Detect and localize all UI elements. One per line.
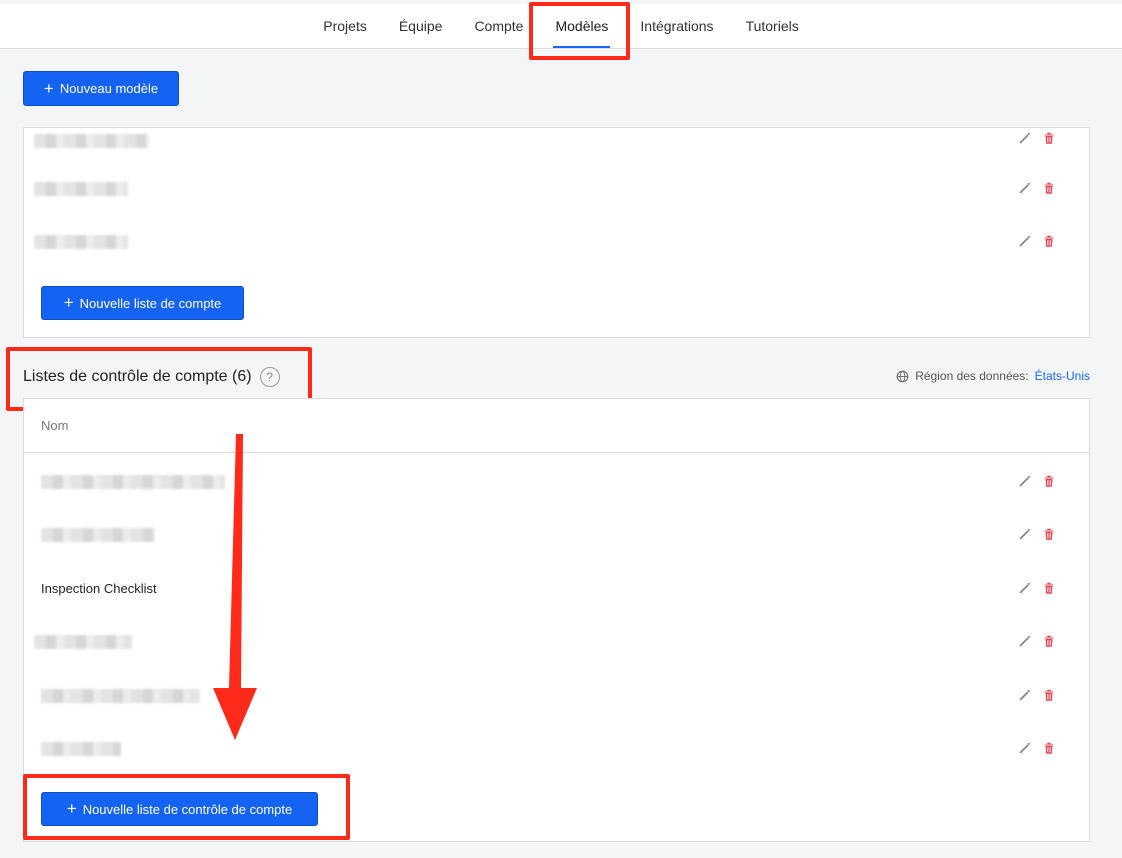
arrow-annotation: [213, 434, 257, 740]
